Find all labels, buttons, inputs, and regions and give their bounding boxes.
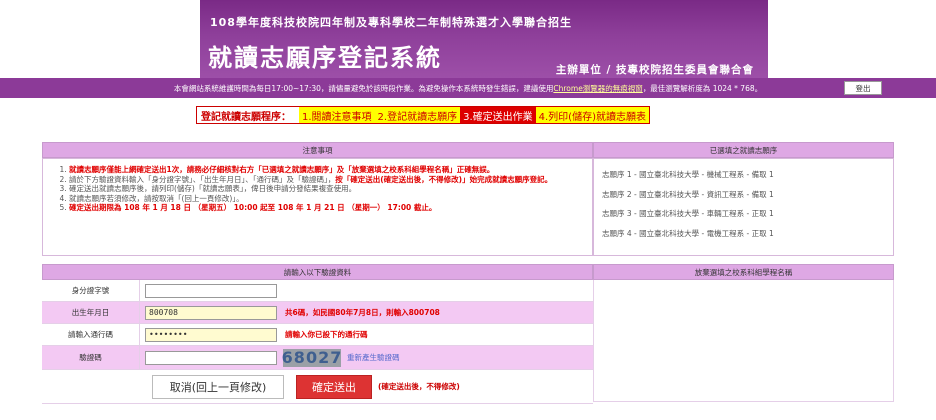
note-item: 就讀志願序僅能上網確定送出1次，請務必仔細核對右方「已選填之就讀志願序」及「放棄… (69, 165, 584, 175)
cancel-button[interactable]: 取消(回上一頁修改) (152, 374, 284, 399)
captcha-label: 驗證碼 (42, 346, 140, 369)
notice-chrome-link[interactable]: Chrome瀏覽器的無痕視窗 (553, 83, 642, 94)
captcha-refresh-link[interactable]: 重新產生驗證碼 (347, 352, 400, 363)
organizer-label: 主辦單位 / 技專校院招生委員會聯合會 (555, 64, 754, 76)
id-label: 身分證字號 (42, 280, 140, 301)
birth-label: 出生年月日 (42, 302, 140, 323)
birth-hint: 共6碼，如民國80年7月8日，則輸入800708 (285, 308, 440, 317)
captcha-input[interactable] (145, 350, 277, 365)
submit-button[interactable]: 確定送出 (296, 374, 372, 399)
step-3: 3.確定送出作業 (460, 107, 536, 123)
choices-header: 已選填之就讀志願序 (593, 142, 894, 158)
note-item: 確定送出就讀志願序後，請列印(儲存)「就讀志願表」，俾日後申請分發結果複查使用。 (69, 184, 584, 194)
logout-button[interactable]: 登出 (844, 81, 882, 95)
notice-bar: 本會網站系統維護時間為每日17:00~17:30，請儘量避免於該時段作業。為避免… (0, 78, 936, 98)
verification-form: 身分證字號 出生年月日 800708 共6碼，如民國80年7月8日，則輸入800… (42, 280, 593, 404)
passcode-label: 請輸入通行碼 (42, 324, 140, 345)
notice-text-before: 本會網站系統維護時間為每日17:00~17:30，請儘量避免於該時段作業。為避免… (173, 83, 554, 93)
step-1: 1.閱讀注意事項 (299, 107, 375, 123)
step-2: 2.登記就讀志願序 (374, 107, 461, 123)
steps-lead: 登記就讀志願程序： (201, 111, 291, 123)
note-item: 請於下方驗證資料輸入「身分證字號」、「出生年月日」、「通行碼」及「驗證碼」，按「… (69, 175, 584, 185)
birthdate-input[interactable]: 800708 (145, 305, 277, 320)
note-item: 就讀志願序若須修改，請按取消「(回上一頁修改)」。 (69, 194, 584, 204)
choice-item: 志願序 3 - 國立臺北科技大學 - 車輛工程系 - 正取 1 (602, 209, 774, 218)
header-banner: 108學年度科技校院四年制及專科學校二年制特殊選才入學聯合招生 就讀志願序登記系… (200, 0, 768, 78)
choice-item: 志願序 4 - 國立臺北科技大學 - 電機工程系 - 正取 1 (602, 228, 774, 238)
notes-panel: 就讀志願序僅能上網確定送出1次，請務必仔細核對右方「已選填之就讀志願序」及「放棄… (42, 158, 593, 256)
note-item: 確定送出期限為 108 年 1 月 18 日 （星期五） 10:00 起至 10… (69, 203, 584, 213)
choice-item: 志願序 2 - 國立臺北科技大學 - 資訊工程系 - 備取 1 (602, 189, 774, 199)
abandon-header: 放棄選填之校系科組學程名稱 (593, 264, 894, 280)
submit-warning: (確定送出後，不得修改) (378, 382, 460, 391)
abandon-panel (593, 280, 894, 402)
banner-subtitle: 108學年度科技校院四年制及專科學校二年制特殊選才入學聯合招生 (210, 16, 572, 29)
main-content: 注意事項 已選填之就讀志願序 就讀志願序僅能上網確定送出1次，請務必仔細核對右方… (42, 142, 894, 404)
steps-bar: 登記就讀志願程序： 1.閱讀注意事項 2.登記就讀志願序 3.確定送出作業 4.… (196, 106, 650, 124)
passcode-hint: 請輸入你已設下的通行碼 (285, 330, 368, 339)
form-header: 請輸入以下驗證資料 (42, 264, 593, 280)
id-number-input[interactable] (145, 283, 277, 298)
step-4: 4.列印(儲存)就讀志願表 (535, 107, 649, 123)
choices-panel: 志願序 1 - 國立臺北科技大學 - 機械工程系 - 備取 1 志願序 2 - … (593, 158, 894, 256)
choice-item: 志願序 1 - 國立臺北科技大學 - 機械工程系 - 備取 1 (602, 170, 774, 179)
passcode-input[interactable]: •••••••• (145, 327, 277, 342)
captcha-image: 68027 (281, 348, 343, 367)
notes-header: 注意事項 (42, 142, 593, 158)
notice-text-after: ，最佳瀏覽解析度為 1024 * 768。 (642, 83, 763, 93)
page-title: 就讀志願序登記系統 (208, 44, 442, 72)
